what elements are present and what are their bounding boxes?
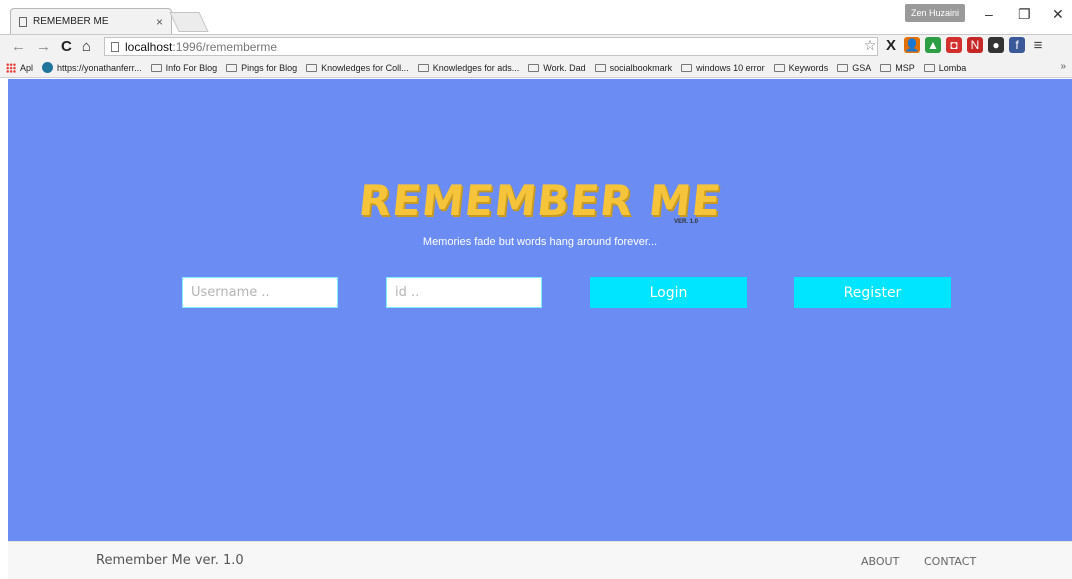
tab-strip: REMEMBER ME × Zen Huzaini – ❐ ✕ [0, 0, 1072, 34]
forward-icon[interactable]: → [31, 37, 56, 57]
profile-badge[interactable]: Zen Huzaini [905, 4, 966, 22]
address-bar[interactable]: localhost:1996/rememberme [104, 37, 878, 56]
document-icon [19, 16, 27, 27]
folder-icon [594, 63, 606, 72]
tab-title: REMEMBER ME [33, 16, 109, 27]
browser-toolbar: ← → C ⌂ localhost:1996/rememberme ☆ X 👤 … [0, 34, 1072, 58]
bookmarks-more-icon[interactable]: » [1060, 61, 1066, 72]
pocket-icon[interactable]: ◘ [946, 37, 962, 53]
folder-icon [880, 63, 892, 72]
reload-icon[interactable]: C [56, 37, 77, 57]
bookmark-item[interactable]: Pings for Blog [226, 63, 297, 73]
tagline: Memories fade but words hang around fore… [422, 236, 658, 248]
address-host: localhost [125, 39, 173, 54]
contact-link[interactable]: CONTACT [924, 555, 976, 568]
new-badge-icon[interactable]: N [967, 37, 983, 53]
folder-icon [226, 63, 238, 72]
page-viewport: REMEMBER ME VER. 1.0 Memories fade but w… [8, 79, 1072, 579]
folder-icon [150, 63, 162, 72]
bookmark-item[interactable]: MSP [880, 63, 915, 73]
page-icon [111, 41, 119, 52]
logo-version: VER. 1.0 [674, 219, 699, 225]
bookmark-item[interactable]: Work. Dad [528, 62, 586, 73]
facebook-icon[interactable]: f [1009, 37, 1025, 53]
bookmark-item[interactable]: Lomba [923, 62, 967, 73]
bookmark-item[interactable]: Info For Blog [150, 62, 218, 73]
menu-icon[interactable]: ≡ [1030, 37, 1046, 54]
bookmark-label: Knowledges for ads... [432, 62, 520, 73]
bookmark-item[interactable]: Keywords [773, 62, 829, 73]
bookmark-label: GSA [852, 62, 872, 73]
minimize-icon[interactable]: – [985, 6, 993, 22]
address-path: :1996/rememberme [172, 39, 278, 54]
bookmark-item[interactable]: https://yonathanferr... [42, 62, 142, 73]
bookmark-item[interactable]: GSA [837, 63, 871, 73]
restore-icon[interactable]: ❐ [1018, 6, 1031, 23]
bookmark-label: Apl [20, 62, 34, 73]
close-window-icon[interactable]: ✕ [1052, 6, 1064, 23]
tab-close-icon[interactable]: × [156, 15, 163, 29]
bookmark-star-icon[interactable]: ☆ [862, 37, 878, 53]
bookmark-item[interactable]: Knowledges for ads... [417, 62, 520, 73]
login-button[interactable]: Login [590, 277, 747, 308]
footer: Remember Me ver. 1.0 ABOUT CONTACT [8, 541, 1072, 579]
wordpress-icon [42, 62, 54, 73]
bookmark-label: windows 10 error [696, 62, 765, 73]
folder-icon [837, 63, 849, 72]
register-button[interactable]: Register [794, 277, 951, 308]
folder-icon [773, 63, 785, 72]
bookmark-label: Work. Dad [543, 62, 586, 73]
bookmark-label: socialbookmark [609, 62, 673, 73]
bookmarks-bar: Apl https://yonathanferr... Info For Blog P… [0, 58, 1072, 78]
extension-icons: ☆ X 👤 ▲ ◘ N ● f ≡ [862, 37, 1046, 54]
bookmark-label: MSP [895, 62, 915, 73]
about-link[interactable]: ABOUT [861, 555, 899, 568]
folder-icon [681, 63, 693, 72]
bookmark-item[interactable]: socialbookmark [594, 62, 673, 73]
drive-icon[interactable]: ▲ [925, 37, 941, 53]
logo-text: REMEMBER ME [356, 176, 724, 225]
bookmark-label: https://yonathanferr... [57, 62, 142, 73]
browser-tab[interactable]: REMEMBER ME × [10, 8, 172, 34]
folder-icon [528, 63, 540, 72]
bookmark-label: Lomba [938, 62, 967, 73]
bookmark-label: Pings for Blog [241, 62, 298, 73]
footer-brand: Remember Me ver. 1.0 [96, 553, 244, 568]
home-icon[interactable]: ⌂ [77, 37, 96, 57]
folder-icon [417, 63, 429, 72]
id-input[interactable] [386, 277, 542, 308]
bookmark-item[interactable]: Knowledges for Coll... [306, 63, 409, 73]
folder-icon [923, 63, 935, 72]
bookmark-label: Info For Blog [165, 62, 218, 73]
new-tab-button[interactable] [169, 12, 209, 32]
apps-icon [6, 62, 16, 73]
back-icon[interactable]: ← [6, 37, 31, 57]
bookmark-label: Knowledges for Coll... [321, 62, 409, 73]
hero-section: REMEMBER ME VER. 1.0 Memories fade but w… [8, 79, 1072, 541]
person-icon[interactable]: 👤 [904, 37, 920, 53]
bookmark-label: Keywords [788, 62, 829, 73]
bookmark-item[interactable]: windows 10 error [681, 63, 765, 73]
x-icon[interactable]: X [883, 37, 899, 54]
logo: REMEMBER ME [8, 176, 1072, 225]
bookmark-item[interactable]: Apl [6, 62, 34, 73]
folder-icon [306, 63, 318, 72]
username-input[interactable] [182, 277, 338, 308]
circle-icon[interactable]: ● [988, 37, 1004, 53]
